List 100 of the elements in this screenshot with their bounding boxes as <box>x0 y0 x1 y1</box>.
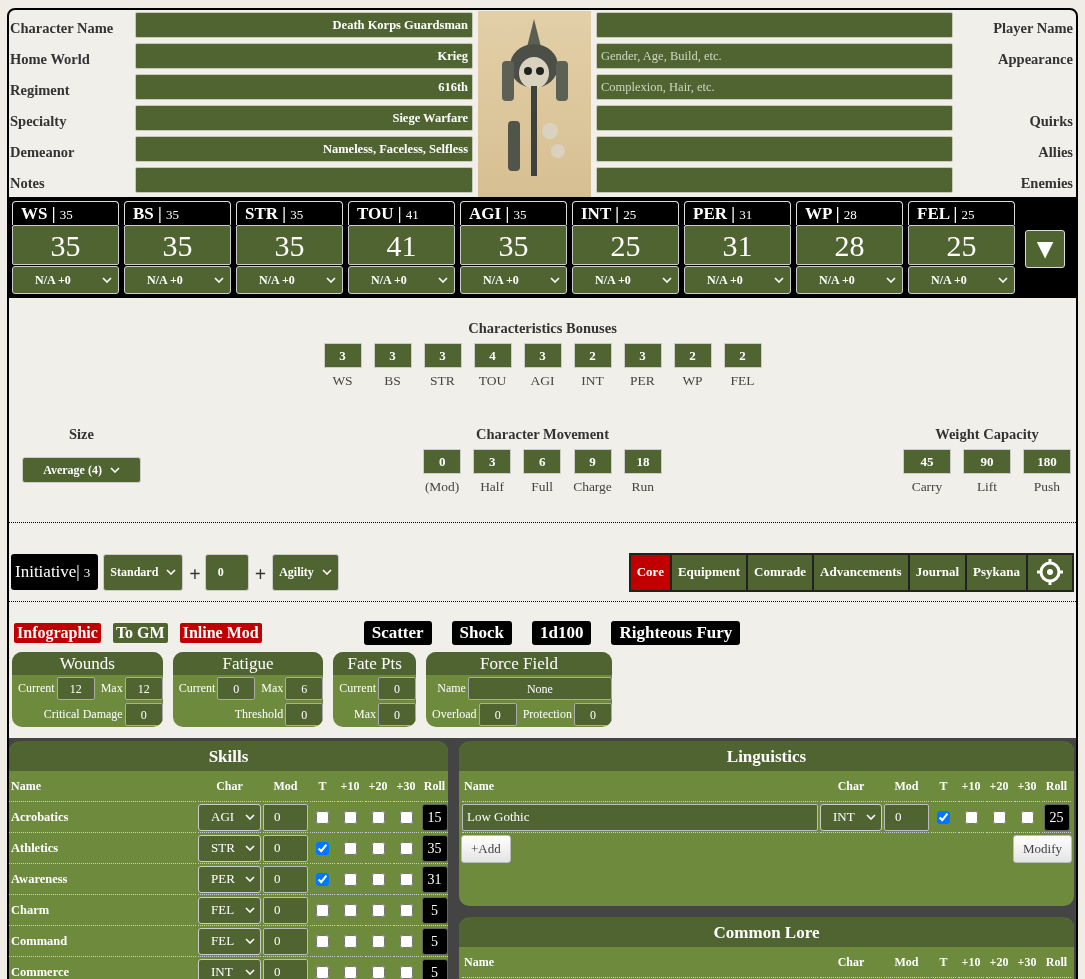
text-field[interactable] <box>596 12 953 38</box>
text-field[interactable]: Siege Warfare <box>135 105 473 131</box>
modifier-field[interactable]: 0 <box>263 896 308 924</box>
roll-button[interactable]: 15 <box>421 803 448 831</box>
checkbox[interactable] <box>992 810 1006 824</box>
modifier-select[interactable]: N/A +0 <box>460 266 567 294</box>
size-select[interactable]: Average (4) <box>22 457 141 483</box>
checkbox[interactable] <box>399 872 413 886</box>
characteristic-value[interactable]: 41 <box>348 225 455 265</box>
toggle-button[interactable]: Infographic <box>14 623 101 643</box>
value-field[interactable]: 0 <box>285 702 324 726</box>
checkbox[interactable] <box>343 965 357 979</box>
text-field[interactable]: Complexion, Hair, etc. <box>596 74 953 100</box>
roll-button[interactable]: Righteous Fury <box>611 621 741 645</box>
text-field[interactable]: Death Korps Guardsman <box>135 12 473 38</box>
roll-button[interactable]: 5 <box>421 927 448 955</box>
characteristic-value[interactable]: 25 <box>908 225 1015 265</box>
text-field[interactable] <box>596 105 953 131</box>
checkbox[interactable] <box>371 872 385 886</box>
characteristic-select[interactable]: FEL <box>198 896 261 924</box>
value-field[interactable]: 0 <box>124 702 163 726</box>
checkbox[interactable] <box>316 841 329 855</box>
checkbox[interactable] <box>371 903 385 917</box>
checkbox[interactable] <box>371 965 385 979</box>
modifier-select[interactable]: N/A +0 <box>908 266 1015 294</box>
value-field[interactable]: 0 <box>478 702 517 726</box>
modifier-field[interactable]: 0 <box>263 958 308 979</box>
characteristic-select[interactable]: INT <box>198 958 261 979</box>
modifier-field[interactable]: 0 <box>263 865 308 893</box>
value-field[interactable]: 12 <box>124 676 163 700</box>
characteristic-select[interactable]: STR <box>198 834 261 862</box>
value-field[interactable]: 0 <box>573 702 612 726</box>
checkbox[interactable] <box>399 810 413 824</box>
characteristic-value[interactable]: 25 <box>572 225 679 265</box>
modifier-select[interactable]: N/A +0 <box>12 266 119 294</box>
characteristic-select[interactable]: Agility <box>272 553 339 591</box>
expand-button[interactable]: ▼ <box>1025 230 1065 268</box>
characteristic-value[interactable]: 35 <box>460 225 567 265</box>
tab[interactable]: Core <box>630 554 670 590</box>
roll-button[interactable]: 25 <box>1043 803 1070 831</box>
language-name-field[interactable]: Low Gothic <box>462 803 818 831</box>
checkbox[interactable] <box>343 810 357 824</box>
characteristic-select[interactable]: PER <box>198 865 261 893</box>
characteristic-value[interactable]: 28 <box>796 225 903 265</box>
checkbox[interactable] <box>343 934 357 948</box>
text-field[interactable]: 616th <box>135 74 473 100</box>
modifier-select[interactable]: N/A +0 <box>796 266 903 294</box>
text-field[interactable]: Krieg <box>135 43 473 69</box>
value-field[interactable]: 12 <box>56 676 95 700</box>
characteristic-value[interactable]: 35 <box>12 225 119 265</box>
modifier-field[interactable]: 0 <box>263 834 308 862</box>
checkbox[interactable] <box>371 841 385 855</box>
tab[interactable]: Psykana <box>967 554 1026 590</box>
text-field[interactable] <box>596 167 953 193</box>
checkbox[interactable] <box>316 965 329 979</box>
modifier-select[interactable]: N/A +0 <box>124 266 231 294</box>
checkbox[interactable] <box>399 965 413 979</box>
modifier-field[interactable]: 0 <box>263 803 308 831</box>
checkbox[interactable] <box>371 934 385 948</box>
checkbox[interactable] <box>371 810 385 824</box>
text-field[interactable]: Nameless, Faceless, Selfless <box>135 136 473 162</box>
text-field[interactable] <box>135 167 473 193</box>
add-button[interactable]: +Add <box>461 835 511 863</box>
checkbox[interactable] <box>399 841 413 855</box>
modifier-field[interactable]: 0 <box>204 553 249 591</box>
toggle-button[interactable]: To GM <box>112 623 168 643</box>
checkbox[interactable] <box>316 872 329 886</box>
checkbox[interactable] <box>343 841 357 855</box>
modifier-select[interactable]: N/A +0 <box>236 266 343 294</box>
text-field[interactable]: Gender, Age, Build, etc. <box>596 43 953 69</box>
checkbox[interactable] <box>343 903 357 917</box>
roll-button[interactable]: 1d100 <box>532 621 592 645</box>
characteristic-value[interactable]: 35 <box>124 225 231 265</box>
modify-button[interactable]: Modify <box>1013 835 1072 863</box>
toggle-button[interactable]: Inline Mod <box>179 623 262 643</box>
modifier-select[interactable]: N/A +0 <box>684 266 791 294</box>
characteristic-value[interactable]: 35 <box>236 225 343 265</box>
roll-button[interactable]: Scatter <box>363 621 432 645</box>
value-field[interactable]: 0 <box>217 676 256 700</box>
settings-button[interactable] <box>1028 554 1072 590</box>
roll-button[interactable]: 5 <box>421 958 448 979</box>
tab[interactable]: Journal <box>909 554 966 590</box>
checkbox[interactable] <box>399 934 413 948</box>
modifier-select[interactable]: N/A +0 <box>348 266 455 294</box>
modifier-select[interactable]: N/A +0 <box>572 266 679 294</box>
roll-button[interactable]: 5 <box>421 896 448 924</box>
characteristic-select[interactable]: FEL <box>198 927 261 955</box>
tab[interactable]: Comrade <box>748 554 813 590</box>
value-field[interactable]: 6 <box>285 676 324 700</box>
text-field[interactable] <box>596 136 953 162</box>
checkbox[interactable] <box>343 872 357 886</box>
modifier-field[interactable]: 0 <box>884 803 929 831</box>
tab[interactable]: Advancements <box>814 554 908 590</box>
roll-button[interactable]: 31 <box>421 865 448 893</box>
roll-button[interactable]: 35 <box>421 834 448 862</box>
checkbox[interactable] <box>316 934 329 948</box>
checkbox[interactable] <box>399 903 413 917</box>
characteristic-select[interactable]: INT <box>820 803 882 831</box>
checkbox[interactable] <box>964 810 978 824</box>
characteristic-select[interactable]: AGI <box>198 803 261 831</box>
